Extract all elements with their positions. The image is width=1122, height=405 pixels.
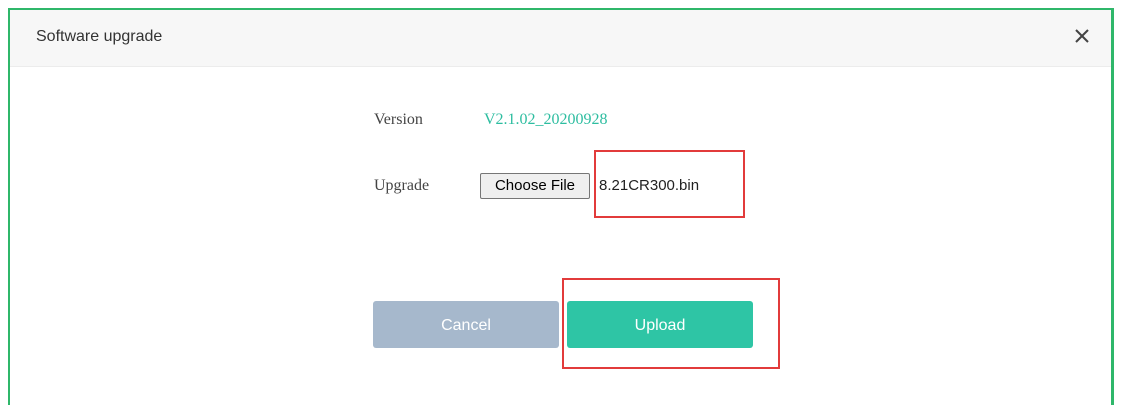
upgrade-label: Upgrade xyxy=(374,177,430,194)
choose-file-button[interactable]: Choose File xyxy=(480,173,590,199)
upload-button[interactable]: Upload xyxy=(567,301,753,348)
selected-file-name: 8.21CR300.bin xyxy=(599,177,700,194)
version-value: V2.1.02_20200928 xyxy=(484,111,608,128)
dialog-header: Software upgrade xyxy=(10,10,1111,67)
close-icon[interactable] xyxy=(1071,25,1093,47)
software-upgrade-dialog: Software upgrade Version V2.1.02_2020092… xyxy=(8,8,1114,405)
version-label: Version xyxy=(374,111,423,128)
cancel-button[interactable]: Cancel xyxy=(373,301,559,348)
dialog-title: Software upgrade xyxy=(36,28,163,45)
